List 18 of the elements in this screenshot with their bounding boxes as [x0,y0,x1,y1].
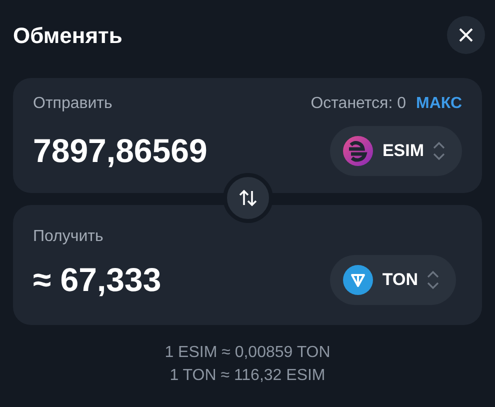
send-amount: 7897,86569 [33,131,208,172]
token-logo-icon [342,135,374,167]
receive-label: Получить [33,228,104,245]
close-icon [458,27,474,43]
send-label: Отправить [33,94,112,114]
token-logo-icon [342,264,374,296]
up-down-chevron-icon [432,140,446,162]
exchange-rate: 1 TON ≈ 116,32 ESIM [170,366,326,386]
close-button[interactable] [447,16,485,54]
receive-amount: ≈ 67,333 [33,260,162,300]
remaining-balance: Останется: 0 [310,94,406,114]
screen-title: Обменять [13,22,122,50]
up-down-chevron-icon [426,269,440,291]
swap-arrows-icon [237,188,259,208]
token-selector[interactable]: ESIM [330,126,462,176]
exchange-rate: 1 ESIM ≈ 0,00859 TON [164,343,330,363]
max-link[interactable]: МАКС [416,92,462,116]
token-selector[interactable]: TON [330,255,456,305]
